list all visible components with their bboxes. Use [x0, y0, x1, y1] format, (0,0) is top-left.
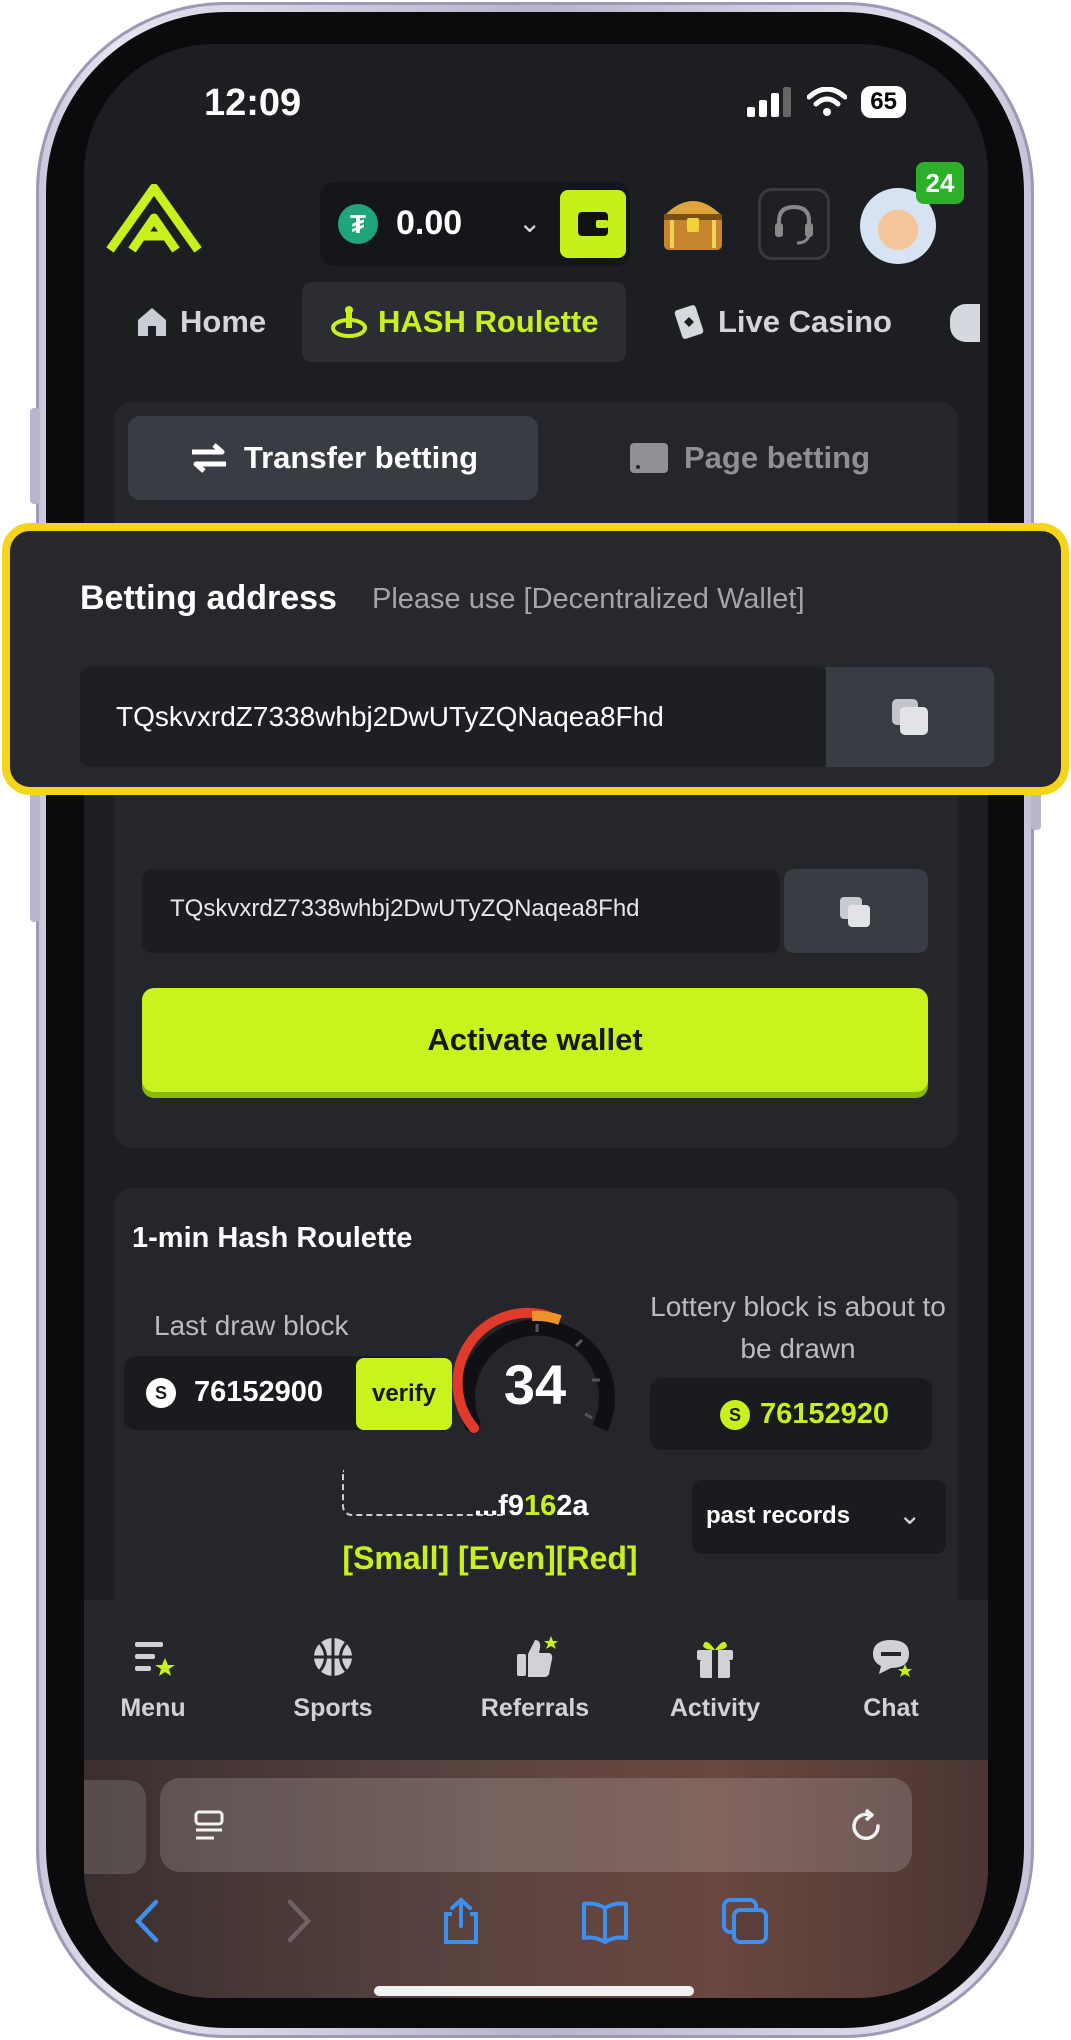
headset-icon: [775, 204, 813, 245]
nav-sports[interactable]: Sports: [258, 1634, 408, 1723]
wallet-icon: [578, 212, 608, 236]
hash-suffix: 2a: [556, 1490, 589, 1522]
nav-referrals-label: Referrals: [480, 1694, 590, 1722]
tab-home[interactable]: Home: [134, 282, 266, 362]
battery-indicator: 65: [861, 86, 906, 118]
category-tabs: Home HASH Roulette Live Casino: [84, 282, 988, 364]
tab-overflow-icon[interactable]: [950, 304, 980, 342]
wallet-address-field: TQskvxrdZ7338whbj2DwUTyZQNaqea8Fhd: [142, 869, 780, 953]
signal-icon: [747, 87, 792, 117]
tab-live-casino[interactable]: Live Casino: [670, 282, 892, 362]
copy-wallet-address-button[interactable]: [784, 869, 928, 953]
betting-address-text: TQskvxrdZ7338whbj2DwUTyZQNaqea8Fhd: [116, 701, 664, 732]
hash-prefix: ...f9: [474, 1490, 524, 1522]
wifi-icon: [807, 87, 848, 116]
tab-hash-roulette-label: HASH Roulette: [378, 304, 599, 339]
browser-toolbar: [84, 1760, 988, 1998]
address-bar[interactable]: [160, 1778, 912, 1872]
chat-icon: [873, 1640, 912, 1677]
betting-type-panel: Transfer betting Page betting: [114, 402, 958, 514]
balance-value: 0.00: [396, 204, 463, 242]
copy-icon: [840, 897, 870, 927]
countdown-number: 34: [503, 1353, 567, 1416]
reload-icon[interactable]: [846, 1806, 886, 1846]
betting-address-card: Betting address Please use [Decentralize…: [2, 523, 1069, 795]
betting-address-field: TQskvxrdZ7338whbj2DwUTyZQNaqea8Fhd: [80, 667, 828, 767]
bottom-navigation: Menu Sports Referrals Activity Chat: [84, 1600, 988, 1760]
page-betting-tab[interactable]: Page betting: [584, 416, 914, 500]
cards-icon: [674, 305, 704, 339]
tab-live-casino-label: Live Casino: [718, 304, 892, 339]
nav-menu[interactable]: Menu: [84, 1634, 228, 1723]
back-icon[interactable]: [124, 1896, 174, 1946]
copy-icon: [892, 699, 928, 735]
previous-tab-preview[interactable]: [84, 1780, 146, 1874]
basketball-icon: [314, 1638, 352, 1676]
transfer-betting-label: Transfer betting: [243, 440, 479, 475]
usdt-icon: ₮: [338, 204, 378, 244]
nav-menu-label: Menu: [120, 1694, 186, 1722]
tab-hash-roulette[interactable]: HASH Roulette: [302, 282, 627, 362]
tabs-icon[interactable]: [720, 1896, 770, 1946]
past-records-dropdown[interactable]: past records ⌄: [692, 1480, 946, 1554]
forward-icon[interactable]: [272, 1896, 322, 1946]
wallet-button[interactable]: [560, 190, 626, 258]
copy-betting-address-button[interactable]: [826, 667, 994, 767]
last-block-box: S 76152900 verify: [124, 1356, 452, 1430]
nav-chat[interactable]: Chat: [816, 1634, 966, 1723]
next-block-number: 76152920: [760, 1398, 890, 1430]
support-button[interactable]: [758, 188, 830, 260]
next-block-box: S 76152920: [650, 1378, 932, 1450]
status-time: 12:09: [204, 82, 302, 124]
transfer-icon: [191, 443, 226, 473]
activate-wallet-button[interactable]: Activate wallet: [142, 988, 928, 1092]
block-chain-icon: S: [720, 1400, 750, 1430]
hash-tail: ...f9162a: [474, 1490, 589, 1523]
share-icon[interactable]: [436, 1896, 486, 1946]
nav-activity-label: Activity: [669, 1694, 761, 1722]
betting-address-hint: Please use [Decentralized Wallet]: [372, 583, 805, 615]
roulette-title: 1-min Hash Roulette: [132, 1222, 413, 1254]
side-button: [30, 408, 40, 504]
brand-logo: [106, 184, 202, 253]
verify-button[interactable]: verify: [356, 1358, 452, 1430]
page-betting-label: Page betting: [683, 440, 870, 475]
chevron-down-icon: ⌄: [898, 1499, 922, 1530]
gift-icon: [697, 1641, 733, 1678]
tab-home-label: Home: [180, 304, 267, 339]
roulette-icon: [331, 306, 367, 338]
home-indicator: [374, 1986, 694, 1996]
nav-sports-label: Sports: [293, 1694, 373, 1722]
status-icons: 65: [747, 86, 906, 118]
phone-screen: 12:09 65 ₮ 0.00 ⌄ 24 Home HASH Roulette …: [84, 44, 988, 1998]
bookmarks-icon[interactable]: [580, 1896, 630, 1946]
nav-referrals[interactable]: Referrals: [460, 1634, 610, 1723]
thumbs-up-icon: [517, 1636, 558, 1677]
home-icon: [138, 308, 166, 336]
menu-icon: [135, 1642, 175, 1676]
transfer-betting-tab[interactable]: Transfer betting: [128, 416, 538, 500]
wallet-address-text: TQskvxrdZ7338whbj2DwUTyZQNaqea8Fhd: [170, 895, 640, 922]
last-draw-label: Last draw block: [154, 1310, 349, 1341]
block-chain-icon: S: [146, 1378, 176, 1408]
nav-chat-label: Chat: [863, 1694, 919, 1722]
nav-activity[interactable]: Activity: [640, 1634, 790, 1723]
chevron-down-icon: ⌄: [518, 207, 542, 238]
treasure-chest-icon[interactable]: [658, 190, 728, 254]
last-block-number: 76152900: [194, 1376, 324, 1408]
hash-highlight: 16: [523, 1490, 557, 1522]
wallet-card-icon: [629, 443, 668, 473]
hash-roulette-card: 1-min Hash Roulette Last draw block S 76…: [114, 1188, 958, 1614]
past-records-label: past records: [706, 1502, 851, 1529]
notification-badge: 24: [916, 162, 964, 204]
betting-address-title: Betting address: [80, 579, 337, 617]
next-block-label: Lottery block is about to be drawn: [650, 1291, 946, 1364]
reader-icon[interactable]: [192, 1808, 228, 1844]
balance-selector[interactable]: ₮ 0.00 ⌄: [320, 182, 630, 266]
